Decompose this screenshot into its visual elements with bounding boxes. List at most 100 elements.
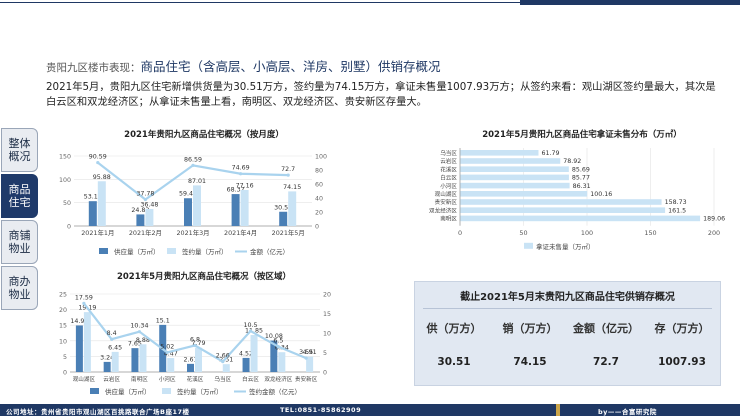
x-tick-label: 南明区 — [131, 375, 148, 383]
chart2-title: 2021年5月贵阳九区商品住宅拿证未售分布（万㎡） — [482, 130, 682, 140]
line-data-label: 72.7 — [281, 166, 295, 173]
line-data-label: 2.66 — [216, 353, 230, 360]
unsold-chart: 0 50 100 150 200 乌当区 61.79 云岩区 78.92 花溪区 85.69 白云区 8… — [429, 148, 725, 251]
page-title: 贵阳九区楼市表现：商品住宅（含高层、小高层、洋房、别墅）供销存概况 — [46, 56, 441, 75]
line-data-label: 90.59 — [89, 154, 107, 161]
y-tick-label: 贵安新区 — [435, 198, 458, 206]
footer-by: by——合富研究院 — [598, 408, 657, 416]
bar — [460, 166, 569, 172]
bar — [288, 191, 297, 226]
bar — [460, 174, 569, 181]
x-tick-label: 150 — [644, 229, 656, 237]
bar — [460, 158, 561, 164]
data-label: 15.1 — [156, 317, 170, 324]
line-point — [304, 356, 308, 360]
top-band — [0, 0, 740, 6]
data-label: 85.77 — [572, 175, 590, 182]
page-title-prefix: 贵阳九区楼市表现： — [46, 62, 141, 74]
legend-label: 金额（亿元） — [250, 247, 289, 256]
bar — [460, 150, 539, 156]
y-tick-label-right: 40 — [315, 196, 323, 203]
bar — [195, 347, 202, 372]
nav-item-label: 商品住宅 — [8, 183, 31, 209]
y-tick-label: 150 — [59, 154, 71, 161]
monthly-chart: 05010015002040608010053.1824.8359.4868.3… — [59, 154, 327, 257]
bar — [145, 208, 154, 226]
summary-card-label: 存（万方） — [654, 322, 710, 335]
legend-label: 签约金额（亿元） — [249, 387, 301, 396]
nav-item-office[interactable]: 商办物业 — [1, 266, 38, 310]
nav-item-label: 整体概况 — [8, 137, 31, 163]
bar — [97, 181, 106, 226]
line-data-label: 17.59 — [75, 294, 93, 301]
data-label: 161.5 — [668, 207, 686, 214]
line-data-label: 6.8 — [190, 336, 200, 343]
summary-card-value: 74.15 — [513, 356, 547, 368]
x-tick-label: 贵安新区 — [295, 375, 318, 383]
legend-swatch — [524, 242, 533, 249]
y-tick-label: 100 — [59, 177, 71, 184]
x-tick-label: 100 — [581, 229, 593, 237]
line-data-label: 6.5 — [273, 338, 283, 345]
bar — [167, 358, 175, 372]
data-label: 6.45 — [108, 344, 122, 351]
data-label: 189.06 — [703, 216, 725, 223]
nav-item-residential[interactable]: 商品住宅 — [1, 174, 38, 218]
x-tick-label: 观山湖区 — [73, 375, 96, 383]
y-tick-label: 白云区 — [440, 174, 457, 182]
legend-swatch — [162, 388, 171, 394]
data-label: 85.69 — [572, 166, 590, 173]
data-label: 77.16 — [236, 182, 254, 189]
x-tick-label: 2021年4月 — [224, 228, 257, 237]
x-tick-label: 花溪区 — [187, 375, 204, 383]
footer: 公司地址：贵州省贵阳市观山湖区百挑路联合广场B座17楼 TEL:0851-858… — [0, 404, 740, 416]
nav-item-overview[interactable]: 整体概况 — [1, 128, 38, 172]
legend-label: 签约量（万㎡） — [177, 387, 223, 396]
y-tick-label: 25 — [59, 292, 67, 299]
data-label: 95.88 — [93, 174, 111, 181]
bar — [136, 214, 145, 226]
summary-card-value: 72.7 — [593, 356, 619, 368]
summary-card-title: 截止2021年5月末贵阳九区商品住宅供销存概况 — [460, 292, 675, 303]
bar — [184, 198, 192, 226]
x-tick-label: 2021年1月 — [81, 228, 114, 237]
x-tick-label: 2021年5月 — [272, 228, 305, 237]
district-chart: 05101520250510152014.913.247.6515.12.614… — [59, 292, 331, 397]
y-tick-label-right: 60 — [315, 182, 323, 189]
x-tick-label: 200 — [708, 229, 720, 237]
data-label: 158.73 — [665, 199, 687, 206]
summary-card: 截止2021年5月末贵阳九区商品住宅供销存概况 供（万方） 销（万方） 金额（亿… — [414, 281, 721, 386]
legend-label: 拿证未售量（万㎡） — [536, 242, 595, 251]
y-tick-label: 0 — [63, 370, 67, 377]
y-tick-label: 双龙经济区 — [429, 206, 457, 214]
x-tick-label: 50 — [519, 229, 527, 237]
summary-card-value: 1007.93 — [658, 356, 706, 368]
y-tick-label-right: 15 — [323, 311, 331, 318]
summary-card-label: 供（万方） — [426, 322, 482, 335]
legend-label: 签约量（万㎡） — [182, 247, 228, 256]
data-label: 87.01 — [188, 178, 206, 185]
line-data-label: 5.02 — [160, 343, 174, 350]
y-tick-label: 花溪区 — [440, 165, 457, 173]
line-point — [96, 160, 100, 165]
line-data-label: 86.59 — [184, 156, 202, 163]
line-point — [276, 345, 280, 349]
summary-card-value: 30.51 — [437, 356, 471, 368]
top-rule — [0, 2, 520, 3]
chart3-title: 2021年5月贵阳九区商品住宅概况（按区域） — [116, 272, 292, 282]
bar — [460, 191, 588, 197]
bar — [460, 215, 701, 222]
nav-item-retail[interactable]: 商铺物业 — [1, 220, 38, 264]
divider — [423, 308, 712, 309]
data-label: 36.48 — [140, 201, 158, 208]
legend-swatch — [99, 248, 108, 254]
footer-address: 公司地址：贵州省贵阳市观山湖区百挑路联合广场B座17楼 — [6, 408, 190, 416]
bar — [88, 201, 97, 226]
y-tick-label: 15 — [59, 323, 67, 330]
bar — [460, 199, 662, 205]
line-point — [221, 360, 225, 364]
bar — [242, 357, 250, 372]
y-tick-label-right: 100 — [315, 154, 327, 161]
y-tick-label: 20 — [59, 307, 67, 314]
line-data-label: 37.78 — [136, 191, 154, 198]
